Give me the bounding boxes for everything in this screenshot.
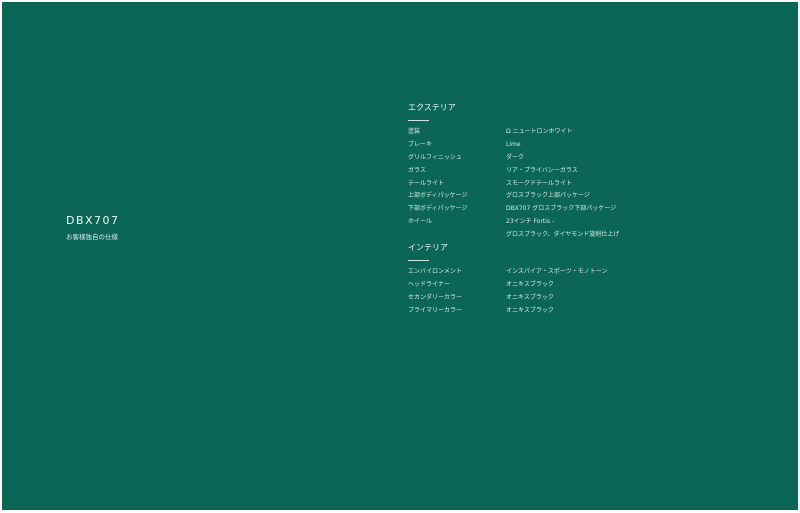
spec-label: 下部ボディパッケージ	[408, 205, 468, 213]
exterior-title: エクステリア	[408, 103, 456, 112]
model-heading: DBX707 お客様独自の仕様	[66, 214, 120, 242]
spec-label: エンバイロンメント	[408, 268, 462, 275]
spec-value: リア・プライバシーガラス	[506, 166, 578, 174]
spec-value: オニキスブラック	[506, 293, 554, 301]
spec-value: グロスブラック上部パッケージ	[506, 192, 590, 200]
model-name: DBX707	[66, 214, 120, 227]
interior-spec-list: エンバイロンメント インスパイア・スポーツ・モノトーン ヘッドライナー オニキス…	[408, 267, 708, 319]
spec-row-secondary-color: セカンダリーカラー オニキスブラック	[408, 293, 708, 306]
spec-value: オニキスブラック	[506, 306, 554, 314]
spec-label: ブレーキ	[408, 140, 433, 148]
spec-value: DBX707 グロスブラック下部パッケージ	[506, 205, 617, 213]
spec-row-taillights: テールライト スモークドテールライト	[408, 179, 708, 192]
interior-section: インテリア エンバイロンメント インスパイア・スポーツ・モノトーン ヘッドライナ…	[408, 243, 708, 319]
spec-value: 23インチ Fortis -	[506, 218, 555, 226]
interior-title: インテリア	[408, 243, 448, 252]
spec-label: 上部ボディパッケージ	[408, 192, 468, 200]
spec-row-headliner: ヘッドライナー オニキスブラック	[408, 280, 708, 293]
spec-row-wheels: ホイール 23インチ Fortis -	[408, 217, 708, 230]
model-subtitle: お客様独自の仕様	[66, 233, 118, 241]
spec-row-grille: グリルフィニッシュ ダーク	[408, 153, 708, 166]
spec-label: ヘッドライナー	[408, 280, 450, 288]
spec-label: テールライト	[408, 179, 445, 187]
section-divider	[408, 120, 429, 121]
spec-value: インスパイア・スポーツ・モノトーン	[506, 268, 608, 275]
spec-page: DBX707 お客様独自の仕様 エクステリア 塗装 Ω ニュートロンホワイト ブ…	[2, 2, 798, 510]
spec-row-lower-body: 下部ボディパッケージ DBX707 グロスブラック下部パッケージ	[408, 204, 708, 217]
spec-label: ホイール	[408, 218, 433, 226]
spec-label: セカンダリーカラー	[408, 293, 463, 301]
spec-label: プライマリーカラー	[408, 306, 463, 314]
spec-row-glass: ガラス リア・プライバシーガラス	[408, 166, 708, 179]
spec-row-environment: エンバイロンメント インスパイア・スポーツ・モノトーン	[408, 267, 708, 280]
spec-label: グリルフィニッシュ	[408, 153, 462, 161]
spec-value: オニキスブラック	[506, 280, 554, 288]
spec-value: Ω ニュートロンホワイト	[506, 128, 573, 135]
exterior-section: エクステリア 塗装 Ω ニュートロンホワイト ブレーキ Lime グリルフィニッ…	[408, 103, 708, 243]
spec-row-brakes: ブレーキ Lime	[408, 140, 708, 153]
spec-row-wheels-finish: グロスブラック、ダイヤモンド旋削仕上げ	[408, 230, 708, 243]
spec-row-upper-body: 上部ボディパッケージ グロスブラック上部パッケージ	[408, 191, 708, 204]
exterior-spec-list: 塗装 Ω ニュートロンホワイト ブレーキ Lime グリルフィニッシュ ダーク …	[408, 127, 708, 243]
spec-value: ダーク	[506, 153, 525, 161]
spec-label: 塗装	[408, 128, 421, 135]
spec-value: Lime	[506, 140, 521, 148]
section-divider	[408, 260, 429, 261]
spec-value: スモークドテールライト	[506, 179, 573, 187]
spec-row-primary-color: プライマリーカラー オニキスブラック	[408, 306, 708, 319]
spec-row-paint: 塗装 Ω ニュートロンホワイト	[408, 127, 708, 140]
spec-value: グロスブラック、ダイヤモンド旋削仕上げ	[506, 231, 620, 239]
spec-label: ガラス	[408, 166, 426, 174]
